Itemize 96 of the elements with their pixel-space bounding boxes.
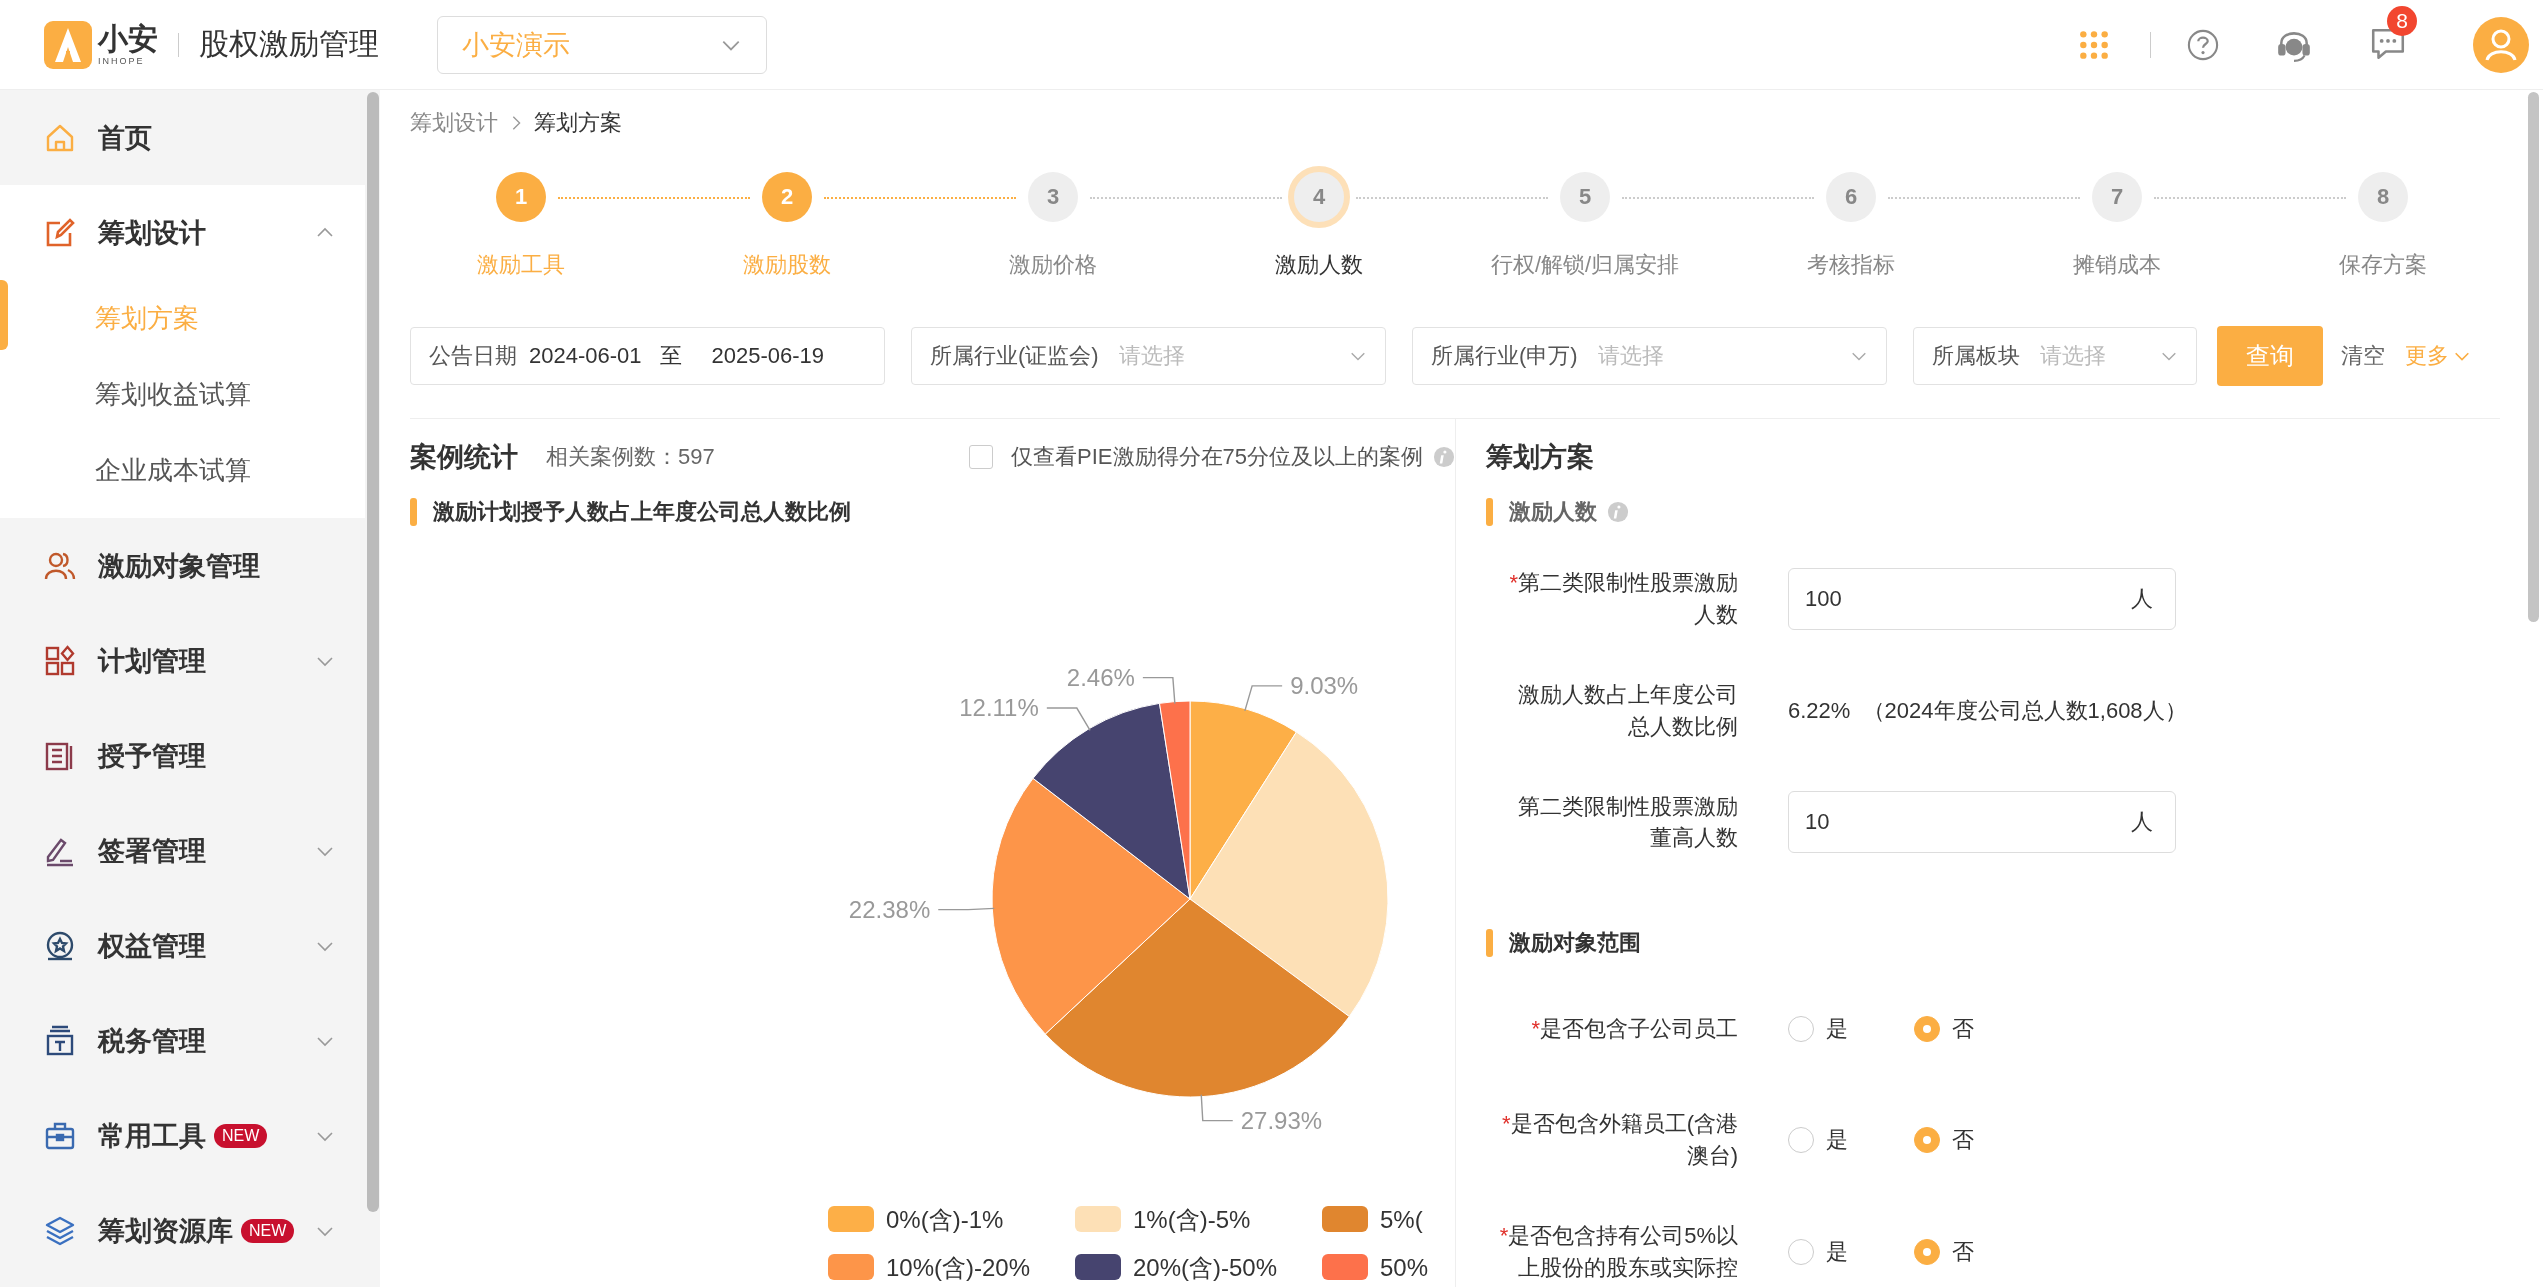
legend-label[interactable]: 20%(含)-50%: [1133, 1254, 1278, 1281]
chart-title: 激励计划授予人数占上年度公司总人数比例: [433, 498, 851, 526]
scrollbar-thumb[interactable]: [367, 92, 379, 1212]
breadcrumb-item: 筹划方案: [534, 109, 622, 137]
info-icon[interactable]: [1607, 501, 1629, 523]
section-marker: [1486, 929, 1493, 958]
number-input[interactable]: 10 人: [1788, 791, 2176, 854]
step-label[interactable]: 激励价格: [1009, 250, 1097, 280]
legend-swatch[interactable]: [1075, 1254, 1121, 1280]
data-label: 22.38%: [848, 895, 931, 923]
data-label: 9.03%: [1290, 671, 1359, 699]
radio-option[interactable]: 否: [1914, 1014, 1974, 1045]
layers-icon: [44, 1214, 76, 1247]
form-label: *是否包含子公司员工: [1530, 1015, 1738, 1044]
leader-line: [1200, 1094, 1234, 1122]
legend-label[interactable]: 10%(含)-20%: [886, 1254, 1031, 1281]
new-badge: NEW: [214, 1123, 268, 1148]
step-label[interactable]: 保存方案: [2339, 250, 2427, 280]
data-label: 2.46%: [1066, 663, 1135, 691]
step-label[interactable]: 激励人数: [1275, 250, 1363, 280]
legend-label[interactable]: 5%(: [1380, 1206, 1423, 1233]
radio-option[interactable]: 是: [1788, 1237, 1848, 1267]
case-count: 相关案例数：597: [546, 443, 715, 471]
step-label[interactable]: 行权/解锁/归属安排: [1490, 250, 1680, 280]
sidebar-item[interactable]: 计划管理: [0, 613, 365, 708]
form-label: 激励人数占上年度公司总人数比例: [1517, 680, 1738, 741]
leader-line: [1244, 685, 1283, 712]
leader-line: [1142, 676, 1176, 705]
radio-option[interactable]: 否: [1914, 1125, 1974, 1156]
sidebar-item[interactable]: 税务管理: [0, 993, 365, 1088]
form-label: 第二类限制性股票激励董高人数: [1517, 792, 1738, 853]
section-marker: [410, 498, 417, 526]
filter-select[interactable]: 所属板块 请选择: [1913, 327, 2197, 385]
breadcrumb-item[interactable]: 筹划设计: [410, 108, 498, 138]
tax-icon: [44, 1024, 76, 1057]
legend-swatch[interactable]: [1075, 1206, 1121, 1232]
date-range-field[interactable]: 公告日期 2024-06-01 至 2025-06-19: [410, 327, 885, 385]
logo-icon: [44, 20, 92, 69]
section-title: 激励对象范围: [1509, 929, 1641, 958]
checkbox-label[interactable]: 仅查看PIE激励得分在75分位及以上的案例: [1011, 442, 1423, 472]
chevron-right-icon: [510, 114, 522, 132]
info-icon[interactable]: [1433, 446, 1455, 468]
help-icon[interactable]: [2187, 28, 2219, 61]
edit-icon: [44, 216, 76, 249]
scrollbar-thumb[interactable]: [2528, 92, 2539, 622]
leader-line: [937, 907, 995, 911]
medal-icon: [44, 929, 76, 962]
sidebar-subitem[interactable]: 筹划收益试算: [0, 356, 365, 432]
shapes-grid-icon: [44, 644, 76, 677]
form-label: *是否包含外籍员工(含港澳台): [1501, 1110, 1738, 1171]
clear-link[interactable]: 清空: [2341, 341, 2385, 371]
new-badge: NEW: [241, 1218, 295, 1243]
form-label: *是否包含持有公司5%以上股份的股东或实际控: [1498, 1222, 1738, 1282]
data-label: 27.93%: [1240, 1106, 1323, 1134]
section-marker: [1486, 498, 1493, 526]
filter-select[interactable]: 所属行业(证监会) 请选择: [911, 327, 1386, 385]
filter-select[interactable]: 所属行业(申万) 请选择: [1412, 327, 1887, 385]
sidebar-item[interactable]: 激励对象管理: [0, 518, 365, 613]
data-label: 12.11%: [959, 694, 1039, 721]
legend-swatch[interactable]: [828, 1206, 874, 1232]
apps-grid-icon[interactable]: [2078, 28, 2110, 61]
ratio-value: 6.22% （2024年度公司总人数1,608人）: [1788, 696, 2187, 725]
sidebar-subitem[interactable]: 企业成本试算: [0, 432, 365, 508]
sidebar-item[interactable]: 授予管理: [0, 708, 365, 803]
radio-option[interactable]: 是: [1788, 1014, 1848, 1045]
legend-label[interactable]: 50%: [1380, 1254, 1429, 1281]
logo-subtext: INHOPE: [98, 56, 146, 66]
legend-swatch[interactable]: [1322, 1206, 1368, 1232]
radio-option[interactable]: 否: [1914, 1237, 1974, 1267]
notification-badge-overlay: 8: [2387, 5, 2417, 36]
app-title: 股权激励管理: [199, 26, 379, 62]
step-label[interactable]: 考核指标: [1807, 250, 1895, 280]
checkbox[interactable]: [969, 445, 994, 469]
sidebar-item[interactable]: 常用工具 NEW: [0, 1088, 365, 1183]
radio-icon[interactable]: [1914, 1127, 1940, 1154]
legend-label[interactable]: 0%(含)-1%: [886, 1206, 1004, 1233]
form-label: *第二类限制性股票激励人数: [1508, 569, 1738, 629]
leader-line: [1046, 707, 1091, 732]
sidebar-item[interactable]: 筹划资源库 NEW: [0, 1183, 365, 1278]
avatar-icon[interactable]: [2473, 16, 2529, 73]
sidebar-item[interactable]: 签署管理: [0, 803, 365, 898]
step-label[interactable]: 摊销成本: [2073, 250, 2161, 280]
legend-swatch[interactable]: [828, 1254, 874, 1280]
sidebar-item[interactable]: 首页: [0, 90, 365, 185]
panel-title: 筹划方案: [1486, 441, 1595, 474]
number-input[interactable]: 100 人: [1788, 567, 2176, 630]
section-title: 激励人数: [1509, 498, 1597, 526]
panel-title: 案例统计: [410, 441, 518, 474]
radio-icon[interactable]: [1914, 1239, 1940, 1265]
logo-text: 小安: [98, 23, 158, 54]
radio-icon[interactable]: [1914, 1016, 1940, 1043]
sidebar-item[interactable]: 筹划设计: [0, 185, 365, 280]
sidebar-item[interactable]: 权益管理: [0, 898, 365, 993]
legend-label[interactable]: 1%(含)-5%: [1133, 1206, 1251, 1233]
radio-option[interactable]: 是: [1788, 1125, 1848, 1156]
legend-swatch[interactable]: [1322, 1254, 1368, 1280]
